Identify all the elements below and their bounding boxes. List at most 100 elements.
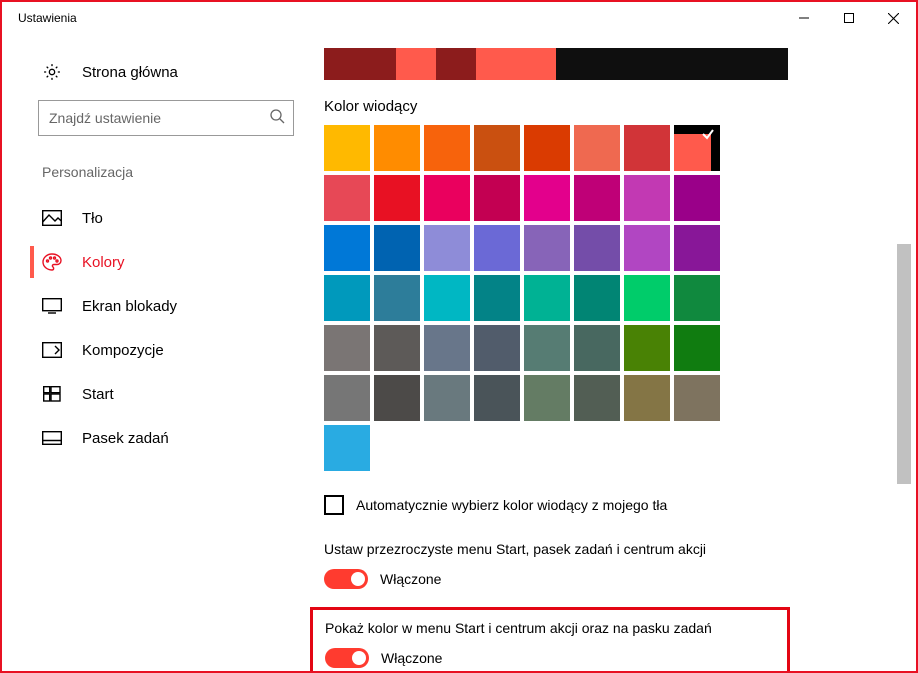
transparency-toggle[interactable] [324,569,368,589]
sidebar-item-lockscreen[interactable]: Ekran blokady [2,284,322,328]
color-swatch[interactable] [324,375,370,421]
scrollbar-thumb[interactable] [897,244,911,484]
check-icon [701,127,715,141]
home-link[interactable]: Strona główna [2,62,322,100]
preview-segment [476,48,556,80]
color-swatch[interactable] [574,325,620,371]
show-color-label: Pokaż kolor w menu Start i centrum akcji… [325,620,775,636]
start-icon [42,386,62,402]
auto-pick-row[interactable]: Automatycznie wybierz kolor wiodący z mo… [324,495,876,515]
color-swatch[interactable] [374,325,420,371]
sidebar-item-taskbar[interactable]: Pasek zadań [2,416,322,460]
color-swatch[interactable] [574,225,620,271]
color-swatch[interactable] [674,275,720,321]
color-palette [324,125,876,421]
themes-icon [42,342,62,358]
palette-icon [42,254,62,270]
extra-palette-row [324,425,876,471]
sidebar-item-themes[interactable]: Kompozycje [2,328,322,372]
color-swatch[interactable] [474,375,520,421]
minimize-button[interactable] [781,2,826,34]
color-swatch[interactable] [324,325,370,371]
search-icon [269,108,285,129]
color-swatch[interactable] [324,175,370,221]
category-label: Personalizacja [2,154,322,196]
color-swatch[interactable] [324,275,370,321]
sidebar-item-label: Ekran blokady [82,298,177,315]
show-color-toggle[interactable] [325,648,369,668]
settings-window: Ustawienia Strona główna [0,0,918,673]
color-swatch[interactable] [324,125,370,171]
color-swatch[interactable] [424,225,470,271]
search-input[interactable] [49,110,269,126]
color-swatch[interactable] [374,275,420,321]
sidebar-item-label: Tło [82,210,103,227]
sidebar: Strona główna Personalizacja [2,34,322,671]
content: Kolor wiodący Automatycznie wybierz kolo… [322,34,916,671]
color-swatch[interactable] [524,275,570,321]
color-swatch[interactable] [474,225,520,271]
preview-segment [396,48,436,80]
color-swatch[interactable] [524,325,570,371]
color-swatch[interactable] [424,175,470,221]
sidebar-item-background[interactable]: Tło [2,196,322,240]
color-swatch[interactable] [524,225,570,271]
color-swatch[interactable] [624,375,670,421]
color-swatch[interactable] [424,125,470,171]
color-swatch[interactable] [324,425,370,471]
color-swatch[interactable] [574,175,620,221]
color-swatch[interactable] [524,125,570,171]
search-box[interactable] [38,100,294,136]
gear-icon [42,62,62,82]
color-swatch[interactable] [674,125,720,171]
color-swatch[interactable] [374,175,420,221]
color-swatch[interactable] [424,275,470,321]
color-swatch[interactable] [624,175,670,221]
show-color-state: Włączone [381,650,442,666]
color-swatch[interactable] [324,225,370,271]
preview-segment [324,48,396,80]
color-swatch[interactable] [624,125,670,171]
window-title: Ustawienia [18,11,77,25]
color-swatch[interactable] [524,175,570,221]
color-swatch[interactable] [624,325,670,371]
color-swatch[interactable] [524,375,570,421]
search-wrap [2,100,322,154]
scrollbar[interactable] [896,74,914,665]
picture-icon [42,210,62,226]
auto-pick-label: Automatycznie wybierz kolor wiodący z mo… [356,497,667,513]
sidebar-item-start[interactable]: Start [2,372,322,416]
color-swatch[interactable] [374,125,420,171]
color-swatch[interactable] [574,275,620,321]
color-swatch[interactable] [674,225,720,271]
color-swatch[interactable] [474,275,520,321]
sidebar-item-label: Pasek zadań [82,430,169,447]
color-swatch[interactable] [674,175,720,221]
color-swatch[interactable] [474,325,520,371]
color-swatch[interactable] [424,325,470,371]
color-swatch[interactable] [474,125,520,171]
checkbox-icon[interactable] [324,495,344,515]
color-swatch[interactable] [624,225,670,271]
color-swatch[interactable] [674,375,720,421]
preview-segment [556,48,788,80]
color-swatch[interactable] [574,375,620,421]
lockscreen-icon [42,298,62,314]
sidebar-nav: Tło Kolory Ekran blokady [2,196,322,460]
sidebar-item-label: Start [82,386,114,403]
close-button[interactable] [871,2,916,34]
transparency-setting: Ustaw przezroczyste menu Start, pasek za… [324,541,876,589]
color-swatch[interactable] [374,375,420,421]
maximize-button[interactable] [826,2,871,34]
sidebar-item-colors[interactable]: Kolory [2,240,322,284]
color-swatch[interactable] [374,225,420,271]
transparency-state: Włączone [380,571,441,587]
window-controls [781,2,916,34]
color-swatch[interactable] [424,375,470,421]
color-swatch[interactable] [624,275,670,321]
color-swatch[interactable] [674,325,720,371]
highlight-annotation: Pokaż kolor w menu Start i centrum akcji… [310,607,790,671]
transparency-label: Ustaw przezroczyste menu Start, pasek za… [324,541,876,557]
color-swatch[interactable] [574,125,620,171]
color-swatch[interactable] [474,175,520,221]
